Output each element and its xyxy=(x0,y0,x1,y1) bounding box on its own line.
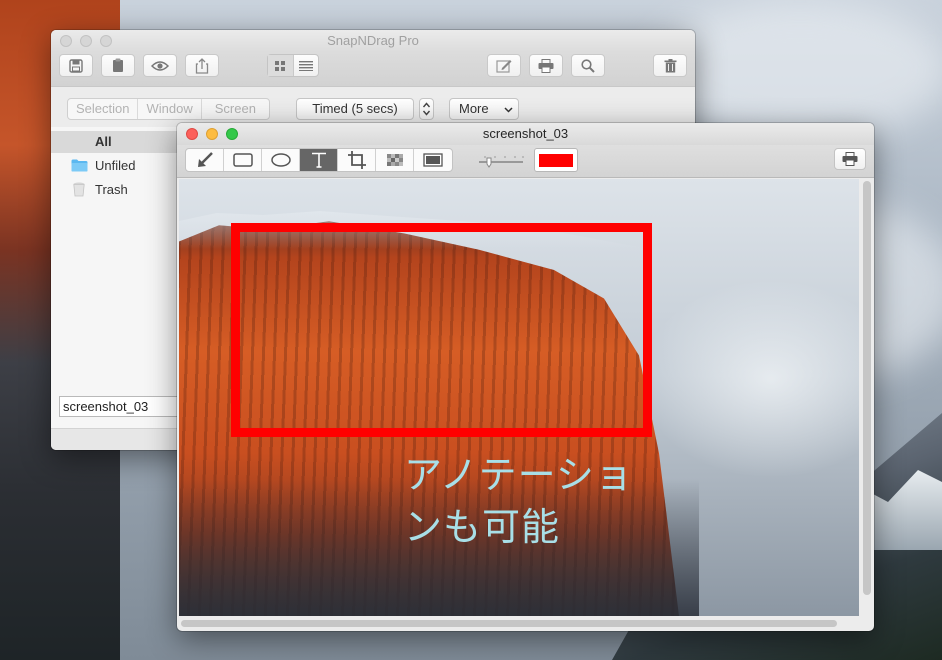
print-icon xyxy=(842,152,858,166)
view-mode-toggle xyxy=(267,54,319,77)
grid-view-button[interactable] xyxy=(268,55,294,76)
edit-button[interactable] xyxy=(487,54,521,77)
screenshot-name-field[interactable]: screenshot_03 xyxy=(59,396,179,417)
annotation-rectangle[interactable] xyxy=(231,223,652,437)
arrow-icon xyxy=(197,152,213,167)
text-icon xyxy=(311,152,326,168)
capture-bar: Selection Window Screen Timed (5 secs) M… xyxy=(51,87,695,127)
grid-view-icon xyxy=(275,60,286,71)
crop-tool-button[interactable] xyxy=(338,149,376,171)
eye-icon xyxy=(151,60,169,71)
annotation-toolbar xyxy=(177,145,874,178)
sidebar-item-unfiled[interactable]: Unfiled xyxy=(51,155,181,177)
search-icon xyxy=(581,58,595,73)
more-label: More xyxy=(459,101,489,116)
trash-can-icon xyxy=(73,182,85,197)
rectangle-tool-button[interactable] xyxy=(224,149,262,171)
main-window-title: SnapNDrag Pro xyxy=(327,33,419,48)
shadow-tool-button[interactable] xyxy=(414,149,452,171)
sidebar-item-label: Unfiled xyxy=(95,158,136,173)
search-button[interactable] xyxy=(571,54,605,77)
list-view-icon xyxy=(298,60,313,71)
ellipse-icon xyxy=(270,153,291,167)
color-swatch xyxy=(539,153,573,167)
capture-screen-button[interactable]: Screen xyxy=(202,99,269,119)
annotation-text-line: アノテーショ xyxy=(404,453,634,497)
shadow-box-icon xyxy=(423,153,443,167)
sidebar-item-label: All xyxy=(95,134,112,149)
folder-icon xyxy=(71,159,88,172)
preview-button[interactable] xyxy=(143,54,177,77)
main-window-titlebar[interactable]: SnapNDrag Pro xyxy=(51,30,695,52)
minimize-button[interactable] xyxy=(80,35,92,47)
list-view-button[interactable] xyxy=(294,55,319,76)
close-button[interactable] xyxy=(186,128,198,140)
sidebar-item-all[interactable]: All xyxy=(51,131,181,153)
library-sidebar: All Unfiled Trash xyxy=(51,127,181,385)
timed-capture-button[interactable]: Timed (5 secs) xyxy=(296,98,414,120)
crop-icon xyxy=(347,151,366,169)
annotation-text-line: ンも可能 xyxy=(404,505,561,549)
editor-window-title: screenshot_03 xyxy=(482,126,569,141)
clipboard-icon xyxy=(113,58,123,72)
sidebar-item-trash[interactable]: Trash xyxy=(51,179,181,201)
vertical-scrollbar[interactable] xyxy=(863,181,871,595)
editor-window-titlebar[interactable]: screenshot_03 xyxy=(177,123,874,145)
pixelate-icon xyxy=(386,154,403,166)
zoom-button[interactable] xyxy=(100,35,112,47)
horizontal-scrollbar[interactable] xyxy=(181,620,837,627)
edit-icon xyxy=(496,59,512,73)
more-popup-button[interactable]: More xyxy=(449,98,519,120)
minimize-button[interactable] xyxy=(206,128,218,140)
zoom-button[interactable] xyxy=(226,128,238,140)
capture-selection-button[interactable]: Selection xyxy=(68,99,139,119)
main-toolbar xyxy=(51,52,695,87)
window-controls xyxy=(60,35,112,47)
ellipse-tool-button[interactable] xyxy=(262,149,300,171)
capture-window-button[interactable]: Window xyxy=(138,99,202,119)
share-icon xyxy=(195,57,209,74)
slider-track-icon xyxy=(479,156,524,168)
print-icon xyxy=(538,58,554,73)
capture-mode-segmented-control: Selection Window Screen xyxy=(67,98,270,120)
line-width-slider[interactable] xyxy=(477,153,525,169)
timer-stepper[interactable] xyxy=(419,98,434,120)
chevron-down-icon xyxy=(504,107,513,113)
print-button[interactable] xyxy=(834,148,866,170)
arrow-tool-button[interactable] xyxy=(186,149,224,171)
annotation-tools xyxy=(185,148,453,172)
timed-capture-label: Timed (5 secs) xyxy=(312,101,398,116)
save-button[interactable] xyxy=(59,54,93,77)
print-button[interactable] xyxy=(529,54,563,77)
window-controls xyxy=(186,128,238,140)
trash-icon xyxy=(664,58,676,72)
text-tool-button[interactable] xyxy=(300,149,338,171)
stepper-arrows-icon xyxy=(422,102,431,116)
pixelate-tool-button[interactable] xyxy=(376,149,414,171)
save-icon xyxy=(69,58,83,73)
stroke-color-well[interactable] xyxy=(534,148,578,172)
canvas-clouds xyxy=(639,279,859,479)
share-button[interactable] xyxy=(185,54,219,77)
screenshot-editor-window: screenshot_03 アノテーショ ンも可能 xyxy=(177,123,874,631)
annotation-text[interactable]: アノテーショ ンも可能 xyxy=(404,449,654,553)
rectangle-icon xyxy=(232,153,253,167)
screenshot-canvas[interactable]: アノテーショ ンも可能 xyxy=(179,179,859,616)
sidebar-item-label: Trash xyxy=(95,182,128,197)
close-button[interactable] xyxy=(60,35,72,47)
delete-button[interactable] xyxy=(653,54,687,77)
copy-to-clipboard-button[interactable] xyxy=(101,54,135,77)
